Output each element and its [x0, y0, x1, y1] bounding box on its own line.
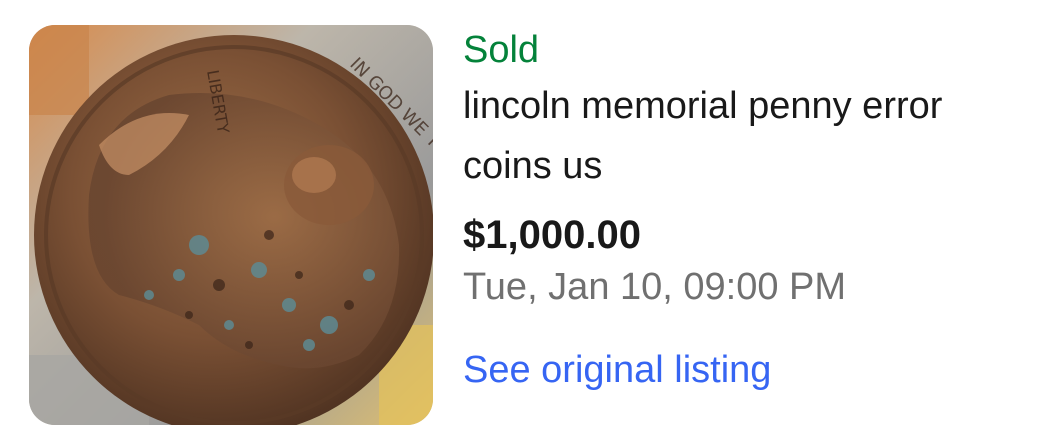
sold-price: $1,000.00	[463, 213, 641, 257]
listing-title[interactable]: lincoln memorial penny error coins us	[463, 76, 1038, 196]
listing-details: Sold lincoln memorial penny error coins …	[463, 26, 1038, 395]
listing-image[interactable]: LIBERTY IN GOD WE TRUST	[29, 25, 433, 425]
sold-status: Sold	[463, 29, 540, 71]
sold-listing-card: LIBERTY IN GOD WE TRUST Sold lincoln mem…	[0, 0, 1050, 441]
see-original-listing-link[interactable]: See original listing	[463, 345, 771, 395]
sold-date: Tue, Jan 10, 09:00 PM	[463, 266, 847, 308]
coin-photo: LIBERTY IN GOD WE TRUST	[29, 25, 433, 425]
